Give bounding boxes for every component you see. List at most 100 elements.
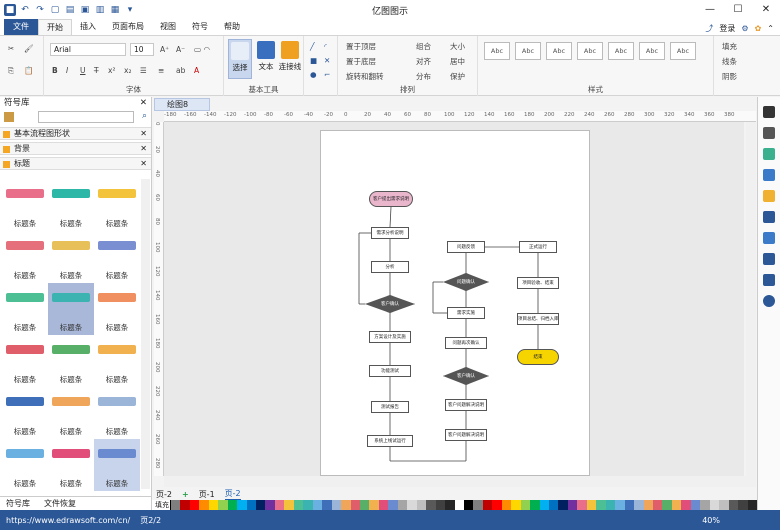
palette-swatch[interactable] <box>274 500 285 510</box>
font-name-combo[interactable]: Arial <box>50 43 126 56</box>
palette-swatch[interactable] <box>473 500 483 510</box>
subscript-icon[interactable]: x₂ <box>124 66 131 75</box>
palette-swatch[interactable] <box>605 500 616 510</box>
palette-swatch[interactable] <box>501 500 512 510</box>
palette-swatch[interactable] <box>265 500 275 510</box>
superscript-icon[interactable]: x² <box>108 66 115 75</box>
palette-swatch[interactable] <box>237 500 247 510</box>
symbol-item[interactable]: 标题条 <box>2 231 48 283</box>
format-painter-icon[interactable] <box>763 106 775 118</box>
palette-swatch[interactable] <box>577 500 587 510</box>
flow-process-node[interactable]: 项目总结、归档入库 <box>517 313 559 325</box>
palette-swatch[interactable] <box>322 500 332 510</box>
style-preset-2[interactable]: Abc <box>515 42 541 60</box>
connector-line[interactable] <box>389 206 392 228</box>
symbol-item[interactable]: 标题条 <box>48 335 94 387</box>
list-icon[interactable]: ☰ <box>140 66 147 75</box>
symbol-item[interactable]: 标题条 <box>48 387 94 439</box>
palette-swatch[interactable] <box>331 500 342 510</box>
strikethrough-icon[interactable]: T̶ <box>94 66 99 75</box>
palette-swatch[interactable] <box>643 500 654 510</box>
palette-swatch[interactable] <box>681 500 691 510</box>
palette-swatch[interactable] <box>284 500 294 510</box>
text-tool-button[interactable]: 文本 <box>254 39 278 79</box>
palette-swatch[interactable] <box>709 500 720 510</box>
palette-swatch[interactable] <box>397 500 408 510</box>
palette-swatch[interactable] <box>303 500 313 510</box>
customize-icon[interactable]: ▾ <box>124 4 136 16</box>
undo-icon[interactable]: ↶ <box>19 4 31 16</box>
palette-swatch[interactable] <box>369 500 379 510</box>
palette-swatch[interactable] <box>482 500 493 510</box>
palette-swatch[interactable] <box>378 500 389 510</box>
palette-swatch[interactable] <box>690 500 701 510</box>
library-search-input[interactable] <box>38 111 134 123</box>
tab-home[interactable]: 开始 <box>38 19 72 35</box>
flow-process-node[interactable]: 需求实施 <box>447 307 485 319</box>
send-back-button[interactable]: 置于底层 <box>346 56 376 67</box>
palette-swatch[interactable] <box>350 500 360 510</box>
palette-swatch[interactable] <box>719 500 729 510</box>
flow-process-node[interactable]: 客户问题解决说明 <box>445 429 487 441</box>
align-icon[interactable]: ≡ <box>158 66 164 75</box>
rectangle-icon[interactable]: ■ <box>310 56 317 65</box>
style-preset-4[interactable]: Abc <box>577 42 603 60</box>
palette-swatch[interactable] <box>634 500 644 510</box>
palette-swatch[interactable] <box>463 500 474 510</box>
flow-process-node[interactable]: 需求分析说明 <box>371 227 409 239</box>
palette-swatch[interactable] <box>208 500 219 510</box>
page-selector[interactable]: 页-2 <box>156 489 172 500</box>
canvas-vertical-scrollbar[interactable] <box>746 122 756 476</box>
symbol-item[interactable]: 标题条 <box>48 439 94 491</box>
close-icon[interactable]: ✕ <box>752 0 780 20</box>
palette-swatch[interactable] <box>227 500 238 510</box>
page-tab-1[interactable]: 页-1 <box>199 489 215 500</box>
library-menu-icon[interactable] <box>4 112 14 122</box>
flow-process-node[interactable]: 问题再次确认 <box>445 337 487 349</box>
palette-swatch[interactable] <box>454 500 464 510</box>
style-preset-7[interactable]: Abc <box>670 42 696 60</box>
palette-swatch[interactable] <box>586 500 597 510</box>
comment-icon[interactable] <box>763 274 775 286</box>
bold-icon[interactable]: B <box>52 66 58 75</box>
palette-swatch[interactable] <box>435 500 446 510</box>
palette-swatch[interactable] <box>530 500 540 510</box>
globe-icon[interactable] <box>763 232 775 244</box>
canvas-horizontal-scrollbar[interactable] <box>164 476 756 487</box>
theme-icon[interactable]: ✿ <box>755 24 762 33</box>
ribbon-collapse-icon[interactable]: ⌃ <box>767 24 774 33</box>
tab-page-layout[interactable]: 页面布局 <box>104 19 152 35</box>
palette-swatch[interactable] <box>189 500 200 510</box>
palette-swatch[interactable] <box>359 500 370 510</box>
save-icon[interactable]: ▣ <box>79 4 91 16</box>
flow-terminator-node[interactable]: 客户提出需求说明 <box>369 191 413 207</box>
tab-symbol-library[interactable]: 符号库 <box>6 497 30 510</box>
maximize-icon[interactable]: ☐ <box>724 0 752 20</box>
flow-process-node[interactable]: 测试报告 <box>371 401 409 413</box>
palette-swatch[interactable] <box>549 500 559 510</box>
tab-symbols[interactable]: 符号 <box>184 19 216 35</box>
palette-swatch[interactable] <box>170 500 181 510</box>
align-button[interactable]: 对齐 <box>416 56 431 67</box>
new-icon[interactable]: ▢ <box>49 4 61 16</box>
palette-swatch[interactable] <box>653 500 663 510</box>
tab-view[interactable]: 视图 <box>152 19 184 35</box>
palette-swatch[interactable] <box>199 500 209 510</box>
text-highlight-icon[interactable]: ab <box>176 66 185 75</box>
palette-swatch[interactable] <box>388 500 398 510</box>
palette-swatch[interactable] <box>445 500 455 510</box>
polyline-icon[interactable]: ⌐ <box>324 70 330 79</box>
palette-swatch[interactable] <box>426 500 436 510</box>
copy-icon[interactable]: ⎘ <box>8 66 14 76</box>
palette-swatch[interactable] <box>218 500 228 510</box>
gear-icon[interactable]: ⚙ <box>741 24 748 33</box>
symbol-item[interactable]: 标题条 <box>48 283 94 335</box>
underline-icon[interactable]: U <box>80 66 86 75</box>
ellipse-icon[interactable]: ● <box>310 70 317 79</box>
palette-swatch[interactable] <box>671 500 682 510</box>
symbol-item[interactable]: 标题条 <box>2 283 48 335</box>
palette-swatch[interactable] <box>180 500 190 510</box>
symbol-item[interactable]: 标题条 <box>94 283 140 335</box>
palette-swatch[interactable] <box>567 500 578 510</box>
palette-swatch[interactable] <box>407 500 417 510</box>
